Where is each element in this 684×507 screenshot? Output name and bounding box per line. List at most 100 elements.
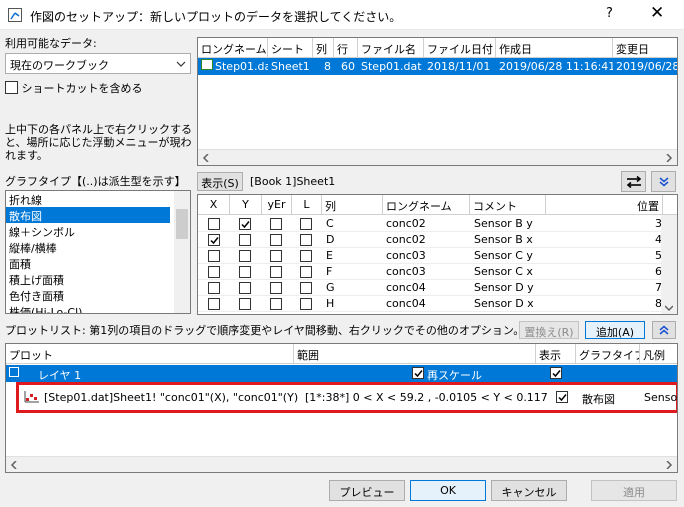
- column-header[interactable]: 範囲: [294, 344, 536, 363]
- column-table[interactable]: X YyEr L 列ロングネーム コメント 位置 Cconc02 Sensor B y 3 Dc…: [197, 194, 678, 315]
- column-header[interactable]: 列: [313, 38, 334, 57]
- graph-type-item[interactable]: 折れ線: [6, 191, 170, 207]
- x-checkbox[interactable]: [208, 298, 220, 310]
- column-header[interactable]: yEr: [262, 195, 292, 214]
- scroll-thumb[interactable]: [176, 209, 188, 239]
- add-button[interactable]: 追加(A): [585, 321, 645, 339]
- column-header[interactable]: コメント: [470, 195, 546, 214]
- yer-checkbox[interactable]: [270, 218, 282, 230]
- layer-show-checkbox[interactable]: [550, 367, 562, 379]
- column-header[interactable]: 表示: [536, 344, 576, 363]
- x-checkbox[interactable]: [208, 266, 220, 278]
- l-checkbox[interactable]: [300, 250, 312, 262]
- column-header[interactable]: 変更日: [613, 38, 677, 57]
- x-checkbox[interactable]: [208, 234, 220, 246]
- column-header[interactable]: 作成日: [496, 38, 613, 57]
- table-row[interactable]: Econc03 Sensor C y 5: [198, 248, 663, 264]
- plot-show-checkbox[interactable]: [556, 391, 568, 403]
- column-header[interactable]: 列: [322, 195, 383, 214]
- column-header[interactable]: 凡例: [640, 344, 677, 363]
- column-header[interactable]: 行: [334, 38, 358, 57]
- table-row[interactable]: Gconc04 Sensor D y 7: [198, 280, 663, 296]
- yer-checkbox[interactable]: [270, 234, 282, 246]
- l-checkbox[interactable]: [300, 218, 312, 230]
- layer-row[interactable]: レイヤ 1 再スケール: [6, 365, 677, 382]
- plot-list[interactable]: プロット 範囲 表示 グラフタイプ 凡例 レイヤ 1 再スケール [Step01.dat…: [5, 343, 678, 473]
- graph-type-scrollbar[interactable]: [174, 191, 190, 313]
- cancel-button[interactable]: キャンセル: [491, 480, 567, 501]
- table-row[interactable]: Fconc03 Sensor C x 6: [198, 264, 663, 280]
- y-checkbox[interactable]: [239, 298, 251, 310]
- column-header[interactable]: ロングネーム: [198, 38, 268, 57]
- graph-type-item[interactable]: 積上げ面積: [6, 271, 170, 287]
- column-header[interactable]: シート: [268, 38, 313, 57]
- plot-name: [Step01.dat]Sheet1! "conc01"(X), "conc01…: [44, 391, 299, 404]
- help-button[interactable]: ?: [606, 6, 613, 21]
- column-header[interactable]: X: [198, 195, 230, 214]
- scroll-left-icon[interactable]: [10, 461, 18, 469]
- rescale-checkbox[interactable]: [412, 367, 424, 379]
- column-table-vscroll[interactable]: [661, 215, 677, 314]
- scroll-right-icon[interactable]: [665, 154, 673, 162]
- table-row[interactable]: Dconc02 Sensor B x 4: [198, 232, 663, 248]
- collapse-down-button[interactable]: [651, 171, 676, 192]
- expand-toggle[interactable]: [9, 367, 19, 377]
- ok-button[interactable]: OK: [410, 480, 486, 501]
- yer-checkbox[interactable]: [270, 298, 282, 310]
- replace-button[interactable]: 置換え(R): [519, 321, 579, 339]
- scroll-right-icon[interactable]: [665, 461, 673, 469]
- column-header[interactable]: ロングネーム: [383, 195, 470, 214]
- l-checkbox[interactable]: [300, 266, 312, 278]
- close-button[interactable]: ✕: [650, 3, 664, 23]
- book-table-hscroll[interactable]: [198, 149, 677, 165]
- l-checkbox[interactable]: [300, 234, 312, 246]
- table-row[interactable]: Cconc02 Sensor B y 3: [198, 216, 663, 232]
- graph-type-item[interactable]: 散布図: [6, 207, 170, 223]
- y-checkbox[interactable]: [239, 282, 251, 294]
- y-checkbox[interactable]: [239, 234, 251, 246]
- column-header[interactable]: グラフタイプ: [576, 344, 640, 363]
- graph-type-item[interactable]: 線＋シンボル: [6, 223, 170, 239]
- x-checkbox[interactable]: [208, 218, 220, 230]
- yer-checkbox[interactable]: [270, 266, 282, 278]
- data-source-combo[interactable]: 現在のワークブック: [5, 53, 191, 74]
- swap-button[interactable]: [621, 171, 646, 192]
- show-button[interactable]: 表示(S): [197, 172, 243, 191]
- column-header[interactable]: L: [292, 195, 322, 214]
- column-header[interactable]: プロット: [6, 344, 294, 363]
- x-checkbox[interactable]: [208, 282, 220, 294]
- l-checkbox[interactable]: [300, 282, 312, 294]
- column-header[interactable]: 位置: [546, 195, 663, 214]
- preview-button[interactable]: プレビュー: [329, 480, 405, 501]
- graph-type-list[interactable]: 折れ線 散布図 線＋シンボル 縦棒/横棒 面積 積上げ面積 色付き面積 株価(Hi-Lo-Cl…: [5, 190, 191, 314]
- y-checkbox[interactable]: [239, 266, 251, 278]
- yer-checkbox[interactable]: [270, 282, 282, 294]
- column-header[interactable]: ファイル日付: [424, 38, 496, 57]
- swap-icon: [626, 175, 641, 189]
- book-table[interactable]: ロングネームシート列行ファイル名ファイル日付作成日変更日 Step01.datS…: [197, 37, 678, 166]
- y-checkbox[interactable]: [239, 250, 251, 262]
- graph-type-item[interactable]: 株価(Hi-Lo-Cl): [6, 303, 170, 313]
- shortcut-checkbox[interactable]: [5, 81, 18, 94]
- x-checkbox[interactable]: [208, 250, 220, 262]
- shortcut-checkbox-row[interactable]: ショートカットを含める: [5, 80, 143, 96]
- column-header[interactable]: Y: [230, 195, 262, 214]
- graph-type-item[interactable]: 面積: [6, 255, 170, 271]
- collapse-up-button[interactable]: [652, 321, 676, 339]
- yer-checkbox[interactable]: [270, 250, 282, 262]
- scatter-plot-icon: [24, 391, 39, 403]
- scroll-left-icon[interactable]: [202, 154, 210, 162]
- column-header[interactable]: ファイル名: [358, 38, 424, 57]
- scroll-down-icon[interactable]: [665, 304, 673, 312]
- plot-list-hscroll[interactable]: [6, 456, 677, 472]
- table-row[interactable]: Step01.datSheet1860Step01.dat2018/11/012…: [198, 58, 677, 75]
- l-checkbox[interactable]: [300, 298, 312, 310]
- graph-type-item[interactable]: 色付き面積: [6, 287, 170, 303]
- table-row[interactable]: Hconc04 Sensor D x 8: [198, 296, 663, 312]
- graph-type-item[interactable]: 縦棒/横棒: [6, 239, 170, 255]
- comment: Sensor D y: [474, 281, 534, 294]
- plot-row[interactable]: [Step01.dat]Sheet1! "conc01"(X), "conc01…: [20, 386, 677, 409]
- book-table-header: ロングネーム シート列行ファイル名 ファイル日付 作成日 変更日: [198, 38, 677, 58]
- apply-button[interactable]: 適用: [591, 480, 677, 501]
- y-checkbox[interactable]: [239, 218, 251, 230]
